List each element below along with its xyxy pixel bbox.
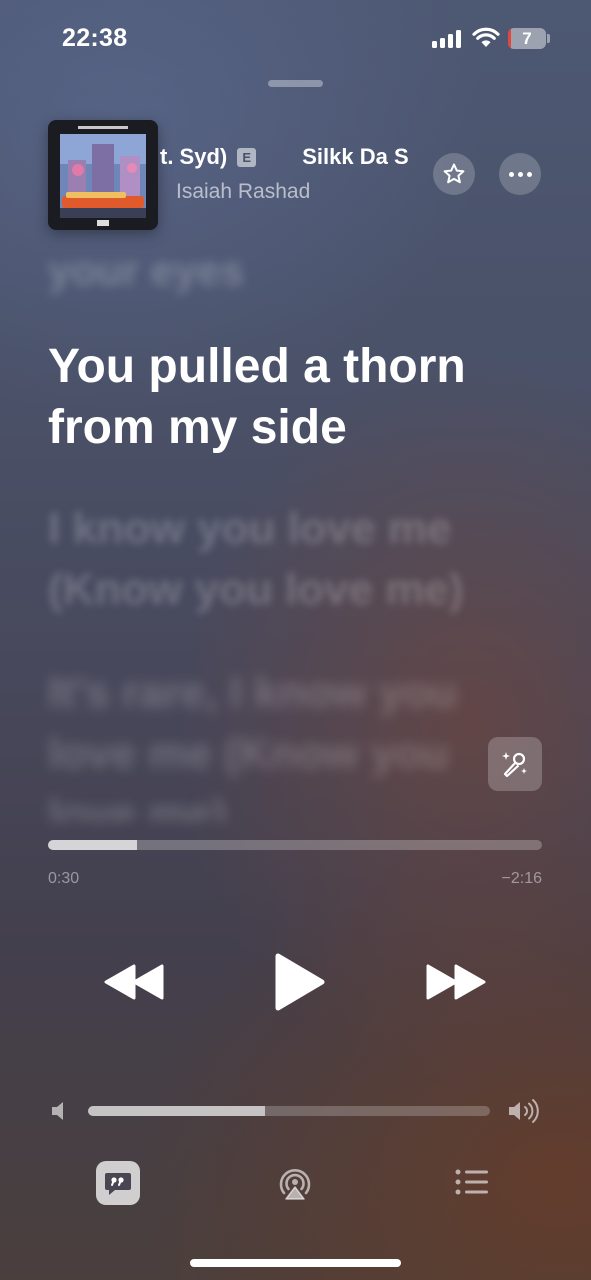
rewind-icon[interactable]: [102, 960, 166, 1004]
favorite-button[interactable]: [433, 153, 475, 195]
star-icon: [443, 163, 465, 184]
lyric-line-next[interactable]: It's rare, I know you love me (Know you …: [48, 662, 508, 822]
song-title-repeat: Silkk Da S: [302, 144, 409, 169]
song-title: t. Syd): [160, 144, 228, 169]
lyrics-button[interactable]: [96, 1161, 140, 1205]
album-artwork[interactable]: [48, 120, 158, 230]
sparkle-microphone-icon: [502, 752, 527, 778]
volume-slider[interactable]: [88, 1106, 490, 1116]
battery-level: 7: [522, 29, 532, 48]
lyrics-quote-icon: [105, 1173, 131, 1195]
elapsed-time: 0:30: [48, 870, 80, 887]
sing-mode-button[interactable]: [488, 737, 542, 791]
volume-level-fill: [88, 1106, 265, 1116]
fast-forward-icon[interactable]: [424, 960, 488, 1004]
queue-list-icon[interactable]: [454, 1166, 490, 1198]
remaining-time: −2:16: [501, 870, 542, 887]
playback-scrubber[interactable]: [48, 840, 542, 850]
ellipsis-icon: [508, 171, 532, 177]
home-indicator[interactable]: [190, 1259, 401, 1267]
status-time: 22:38: [62, 24, 128, 52]
wifi-icon: [472, 27, 500, 47]
more-options-button[interactable]: [499, 153, 541, 195]
artist-name[interactable]: Isaiah Rashad: [176, 180, 310, 204]
cellular-signal-icon: [432, 30, 461, 48]
battery-cap: [547, 34, 550, 43]
song-title-marquee: t. Syd) E Silkk Da S: [160, 144, 415, 180]
lyric-line-next[interactable]: I know you love me (Know you love me): [48, 498, 548, 620]
lyric-line-previous[interactable]: your eyes: [48, 240, 244, 301]
play-icon[interactable]: [268, 950, 328, 1014]
airplay-icon[interactable]: [274, 1162, 316, 1204]
sheet-grabber[interactable]: [268, 80, 323, 87]
explicit-badge: E: [237, 147, 257, 167]
volume-low-icon: [52, 1102, 63, 1120]
lyric-line-current[interactable]: You pulled a thorn from my side: [48, 336, 548, 458]
battery-icon: 7: [508, 28, 546, 49]
playback-progress-fill: [48, 840, 137, 850]
volume-high-icon: [509, 1099, 539, 1123]
